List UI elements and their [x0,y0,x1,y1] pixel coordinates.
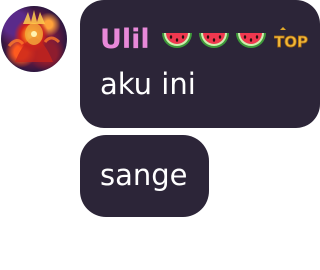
message-text: sange [100,158,188,192]
watermelon-icon [161,33,192,48]
user-avatar[interactable] [1,6,67,72]
top-badge-icon: TOP [274,27,308,51]
watermelon-icon [198,33,229,48]
watermelon-icon [235,33,266,48]
top-badge-label: TOP [274,33,308,51]
message-bubble[interactable]: sange [80,135,209,217]
avatar-image [7,10,61,62]
message-text: aku ini [100,67,196,101]
message-bubble[interactable]: Ulil TOP aku ini [80,0,320,128]
sender-row: Ulil TOP [100,17,308,61]
sender-name[interactable]: Ulil [100,24,150,55]
